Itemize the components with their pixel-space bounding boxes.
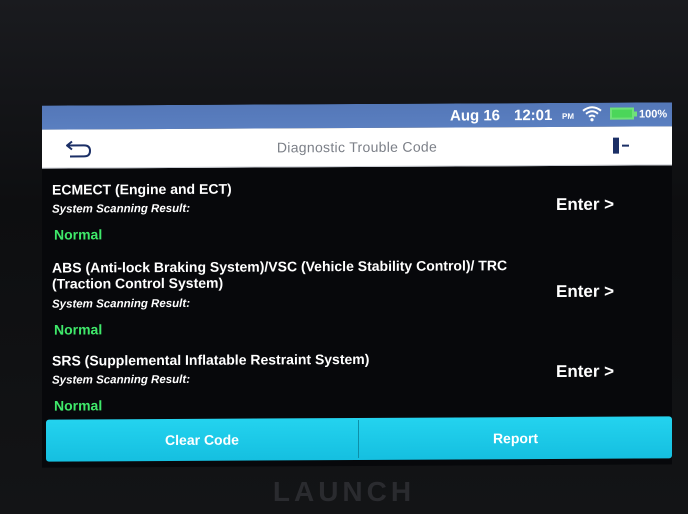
status-ampm: PM	[562, 111, 574, 121]
scan-result-value: Normal	[54, 321, 103, 338]
system-row[interactable]: SRS (Supplemental Inflatable Restraint S…	[42, 336, 672, 419]
wifi-icon	[582, 106, 602, 122]
system-name: ECMECT (Engine and ECT)	[52, 180, 232, 198]
report-button[interactable]: Report	[359, 416, 672, 460]
scan-result-value: Normal	[54, 397, 103, 414]
scan-result-label: System Scanning Result:	[52, 297, 191, 311]
enter-button[interactable]: Enter >	[556, 282, 614, 302]
battery-percent: 100%	[639, 108, 668, 121]
exit-icon[interactable]	[610, 136, 632, 156]
enter-button[interactable]: Enter >	[556, 195, 614, 215]
system-name: ABS (Anti-lock Braking System)/VSC (Vehi…	[52, 257, 508, 292]
system-list: ECMECT (Engine and ECT) System Scanning …	[42, 164, 672, 419]
device-brand-logo: LAUNCH	[272, 476, 416, 507]
page-title: Diagnostic Trouble Code	[276, 138, 438, 156]
scan-result-label: System Scanning Result:	[52, 373, 191, 387]
action-bar: Clear Code Report	[46, 416, 672, 462]
scan-result-value: Normal	[54, 226, 103, 243]
system-name: SRS (Supplemental Inflatable Restraint S…	[52, 350, 370, 369]
title-bar: Diagnostic Trouble Code	[42, 126, 672, 169]
device-screen: Aug 16 12:01 PM 100% Diagnostic Trouble …	[42, 102, 672, 468]
status-bar: Aug 16 12:01 PM 100%	[42, 102, 672, 130]
system-row[interactable]: ECMECT (Engine and ECT) System Scanning …	[42, 164, 672, 247]
enter-button[interactable]: Enter >	[556, 362, 614, 382]
status-date: Aug 16	[450, 107, 501, 125]
battery-icon	[610, 107, 634, 120]
status-time: 12:01	[514, 106, 553, 125]
scan-result-label: System Scanning Result:	[52, 202, 191, 216]
system-row[interactable]: ABS (Anti-lock Braking System)/VSC (Vehi…	[42, 244, 672, 339]
clear-code-button[interactable]: Clear Code	[46, 418, 358, 462]
